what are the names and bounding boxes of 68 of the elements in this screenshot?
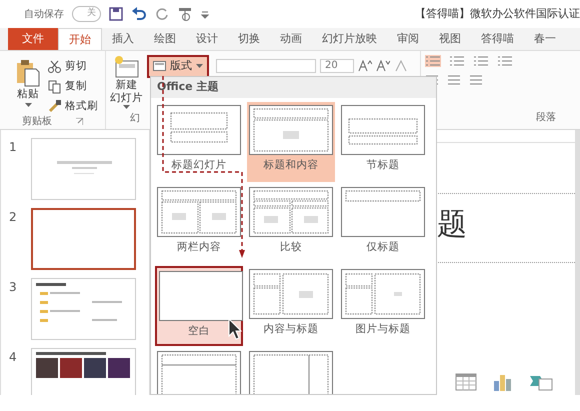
window-title: 【答得喵】微软办公软件国际认证 — [415, 6, 580, 22]
font-name-field[interactable] — [216, 59, 316, 73]
layout-icon — [153, 61, 166, 72]
ribbon-tab[interactable]: 审阅 — [387, 28, 429, 50]
format-painter-button[interactable]: 格式刷 — [65, 98, 98, 114]
layout-option[interactable]: 仅标题 — [339, 184, 427, 264]
slide-title-text: 题 — [437, 210, 467, 240]
slide-number: 3 — [9, 279, 18, 296]
layout-option[interactable]: 内容与标题 — [247, 266, 335, 346]
redo-icon[interactable] — [155, 7, 169, 21]
layout-option[interactable]: 标题幻灯片 — [155, 102, 243, 182]
caret-icon[interactable] — [24, 102, 32, 108]
layout-option[interactable]: 标题和内容 — [247, 102, 335, 182]
new-slide-icon[interactable] — [114, 55, 140, 79]
slide-number: 4 — [9, 349, 18, 366]
line-spacing-icon[interactable] — [497, 55, 513, 67]
ribbon-tab[interactable]: 插入 — [102, 28, 144, 50]
slide-thumbnail[interactable] — [31, 208, 136, 270]
gallery-heading: Office 主题 — [151, 77, 436, 98]
scissors-icon[interactable] — [48, 60, 61, 74]
ribbon-tab[interactable]: 开始 — [58, 28, 102, 50]
ribbon-tab[interactable]: 绘图 — [144, 28, 186, 50]
table-icon[interactable] — [455, 373, 477, 391]
slide-number: 2 — [9, 209, 18, 226]
shrink-font-icon[interactable] — [376, 60, 390, 72]
ribbon-tab[interactable]: 设计 — [186, 28, 228, 50]
align-center-icon[interactable] — [447, 75, 461, 85]
layout-option[interactable]: 两栏内容 — [155, 184, 243, 264]
slide-number: 1 — [9, 139, 18, 156]
ribbon-tab[interactable]: 春一 — [524, 28, 566, 50]
numbering-icon[interactable] — [449, 55, 465, 67]
ribbon-tab[interactable]: 视图 — [429, 28, 471, 50]
group-label: 剪贴板 — [22, 114, 52, 130]
group-label: 幻 — [130, 113, 140, 124]
group-label: 段落 — [536, 112, 556, 122]
brush-icon[interactable] — [48, 99, 61, 114]
customize-icon[interactable] — [201, 9, 209, 19]
ribbon-tab[interactable]: 动画 — [270, 28, 312, 50]
ribbon-tab[interactable]: 幻灯片放映 — [312, 28, 387, 50]
layout-button[interactable]: 版式 — [147, 55, 209, 78]
layout-option[interactable]: 空白 — [155, 266, 243, 346]
slide-preview — [57, 161, 112, 174]
dialog-launcher-icon[interactable] — [76, 118, 83, 126]
new-slide-button[interactable]: 新建 幻灯片 — [110, 79, 143, 105]
paste-button[interactable]: 粘贴 — [17, 87, 39, 103]
caret-icon — [196, 64, 203, 69]
ribbon-tab[interactable]: 答得喵 — [471, 28, 524, 50]
bullets-icon[interactable] — [425, 55, 441, 67]
chart-icon[interactable] — [493, 373, 513, 391]
grow-font-icon[interactable] — [358, 60, 372, 72]
save-icon[interactable] — [109, 7, 123, 21]
smartart-icon[interactable] — [529, 373, 553, 391]
ribbon-tab[interactable]: 切换 — [228, 28, 270, 50]
ribbon-tab[interactable]: 文件 — [8, 28, 58, 50]
font-size-field[interactable]: 20 — [320, 59, 354, 73]
cursor-icon — [228, 318, 242, 340]
cut-button[interactable]: 剪切 — [65, 59, 87, 75]
undo-icon[interactable] — [131, 7, 147, 21]
indent-icon[interactable] — [473, 55, 489, 67]
layout-option[interactable]: 节标题 — [339, 102, 427, 182]
copy-button[interactable]: 复制 — [65, 78, 87, 94]
layout-option[interactable]: 图片与标题 — [339, 266, 427, 346]
align-right-icon[interactable] — [469, 75, 483, 85]
autosave-label: 自动保存 — [24, 8, 64, 22]
paste-icon[interactable] — [16, 59, 40, 87]
caret-icon[interactable] — [123, 105, 130, 110]
layout-option[interactable]: 比较 — [247, 184, 335, 264]
copy-icon[interactable] — [48, 80, 61, 94]
